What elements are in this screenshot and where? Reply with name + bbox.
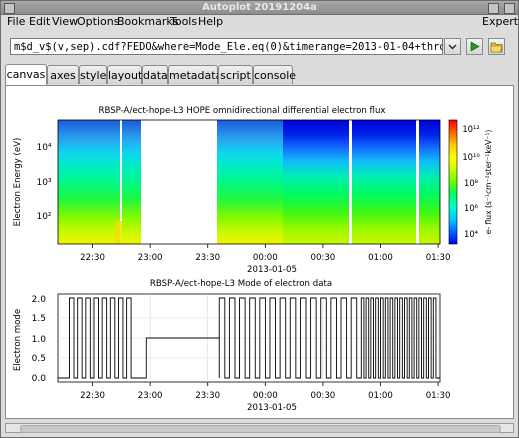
url-dropdown-button[interactable] (444, 38, 461, 55)
menu-file[interactable]: File (7, 15, 25, 29)
menu-help[interactable]: Help (198, 15, 223, 29)
x-tick-label: 23:00 (138, 391, 163, 401)
play-icon (470, 41, 480, 52)
colorbar-axis: 10¹² 10¹⁰ 10⁸ 10⁶ 10⁴ (462, 124, 480, 239)
menu-options[interactable]: Options (77, 15, 119, 29)
plot-svg: RBSP-A/ect-hope-L3 HOPE omnidirectional … (13, 106, 493, 413)
colorbar-tick-label: 10⁸ (464, 178, 479, 188)
expert-menu[interactable]: Expert (482, 15, 518, 29)
colorbar-tick-label: 10¹⁰ (462, 152, 480, 162)
colorbar-label: e- flux (s⁻¹cm⁻²ster⁻¹keV⁻¹) (484, 130, 493, 235)
tab-console[interactable]: console (253, 65, 296, 84)
data-source-url-field[interactable]: m$d_v$(v,sep).cdf?FEDO&where=Mode_Ele.eq… (10, 38, 443, 55)
mode-y-axis: 2.0 1.5 1.0 0.5 0.0 (32, 295, 47, 384)
y-tick-label: 0.0 (32, 374, 47, 384)
minimize-icon[interactable] (488, 3, 499, 14)
spectrogram-title: RBSP-A/ect-hope-L3 HOPE omnidirectional … (98, 106, 385, 116)
y-tick-label: 10² (36, 212, 51, 222)
autoplot-window: Autoplot 20191204a File Edit View Option… (0, 0, 519, 438)
y-tick-label: 10³ (36, 178, 51, 188)
y-tick-label: 0.5 (32, 354, 46, 364)
spectrogram-y-axis: 10⁴ 10³ 10² (36, 143, 51, 222)
spectrogram-block-2 (122, 120, 141, 244)
x-tick-label: 22:30 (80, 253, 105, 263)
spectrogram-y-label: Electron Energy (eV) (13, 138, 23, 227)
go-button[interactable] (466, 38, 483, 55)
tab-metadata[interactable]: metadata (168, 65, 222, 84)
menu-view[interactable]: View (52, 15, 78, 29)
x-tick-label: 00:00 (253, 391, 278, 401)
y-tick-label: 1.5 (32, 314, 46, 324)
menu-tools[interactable]: Tools (170, 15, 197, 29)
x-tick-label: 01:30 (426, 391, 451, 401)
x-tick-label: 01:00 (368, 391, 393, 401)
x-tick-label: 00:30 (311, 253, 336, 263)
data-source-bar: m$d_v$(v,sep).cdf?FEDO&where=Mode_Ele.eq… (1, 35, 518, 59)
plot-canvas[interactable]: RBSP-A/ect-hope-L3 HOPE omnidirectional … (5, 85, 514, 419)
tab-style[interactable]: style (79, 65, 107, 84)
colorbar-tick-label: 10⁶ (464, 203, 479, 213)
colorbar-tick-label: 10⁴ (464, 229, 479, 239)
tab-script[interactable]: script (218, 65, 253, 84)
x-tick-label: 22:30 (80, 391, 105, 401)
spectrogram-block-3 (217, 120, 283, 244)
scrollbar-thumb[interactable] (20, 425, 501, 433)
spectrogram-x-axis: 22:30 23:00 23:30 00:00 00:30 01:00 01:30 (80, 244, 450, 263)
close-icon[interactable] (504, 3, 515, 14)
x-tick-label: 23:30 (195, 391, 220, 401)
colorbar-tick-label: 10¹² (462, 124, 479, 134)
spectrogram-gap-line (349, 120, 352, 244)
tab-data[interactable]: data (142, 65, 168, 84)
horizontal-scrollbar[interactable] (5, 423, 514, 433)
spectrogram-block-1 (58, 120, 120, 244)
chevron-down-icon (448, 44, 457, 50)
y-tick-label: 1.0 (32, 335, 47, 345)
x-tick-label: 01:30 (426, 253, 451, 263)
tab-canvas[interactable]: canvas (5, 64, 47, 85)
folder-icon (490, 42, 503, 53)
colorbar (448, 119, 458, 245)
menu-bar: File Edit View Options Bookmarks Tools H… (1, 15, 518, 29)
spectrogram-plot (57, 119, 441, 245)
open-file-button[interactable] (488, 38, 505, 55)
x-date-label: 2013-01-05 (247, 265, 297, 275)
x-tick-label: 01:00 (368, 253, 393, 263)
tab-axes[interactable]: axes (47, 65, 79, 84)
x-date-label: 2013-01-05 (247, 403, 297, 413)
y-tick-label: 10⁴ (36, 143, 51, 153)
x-tick-label: 00:00 (253, 253, 278, 263)
tab-layout[interactable]: layout (107, 65, 142, 84)
spectrogram-gap-line (416, 120, 419, 244)
menu-edit[interactable]: Edit (29, 15, 50, 29)
title-bar[interactable]: Autoplot 20191204a (1, 1, 518, 15)
mode-plot-title: RBSP-A/ect-hope-L3 Mode of electron data (150, 279, 332, 289)
x-tick-label: 23:30 (195, 253, 220, 263)
x-tick-label: 00:30 (311, 391, 336, 401)
y-tick-label: 2.0 (32, 295, 47, 305)
mode-x-axis: 22:30 23:00 23:30 00:00 00:30 01:00 01:30 (80, 382, 450, 401)
window-title: Autoplot 20191204a (202, 2, 317, 13)
x-tick-label: 23:00 (138, 253, 163, 263)
mode-y-label: Electron mode (13, 309, 23, 371)
